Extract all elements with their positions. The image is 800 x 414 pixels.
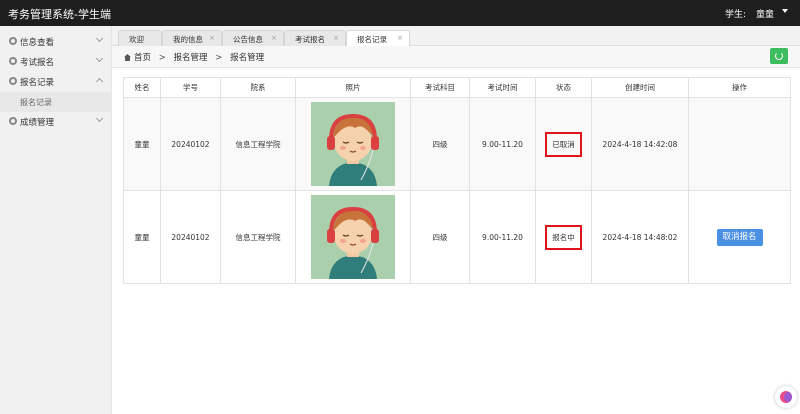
gear-icon xyxy=(9,37,17,45)
cell-photo xyxy=(295,190,411,284)
user-name[interactable]: 童童 xyxy=(756,10,774,20)
breadcrumb-level2: 报名管理 xyxy=(230,53,265,63)
user-label: 学生: xyxy=(724,10,746,20)
close-icon[interactable]: × xyxy=(333,34,339,42)
sidebar-subitem-signup-records[interactable]: 报名记录 xyxy=(0,92,112,112)
user-menu[interactable]: 学生: 童童 xyxy=(724,7,788,20)
column-header: 操作 xyxy=(688,77,791,98)
cell-department: 信息工程学院 xyxy=(220,97,296,191)
column-header: 考试科目 xyxy=(410,77,470,98)
breadcrumb-bar: 首页 > 报名管理 > 报名管理 xyxy=(112,46,800,68)
home-icon xyxy=(124,54,131,61)
refresh-button[interactable] xyxy=(770,48,788,64)
tab-label: 考试报名 xyxy=(295,35,325,44)
app-title: 考务管理系统-学生端 xyxy=(8,8,111,21)
close-icon[interactable]: × xyxy=(397,34,403,42)
cell-created-time: 2024-4-18 14:42:08 xyxy=(591,97,689,191)
tab-label: 公告信息 xyxy=(233,35,263,44)
close-icon[interactable]: × xyxy=(209,34,215,42)
column-header: 照片 xyxy=(295,77,411,98)
sidebar-item-label: 信息查看 xyxy=(20,38,55,48)
sidebar-item-grades[interactable]: 成绩管理 xyxy=(0,112,112,132)
gear-icon xyxy=(9,77,17,85)
cell-exam-time: 9.00-11.20 xyxy=(469,97,536,191)
tab-my-info[interactable]: 我的信息 × xyxy=(162,30,222,46)
breadcrumb-level1[interactable]: 报名管理 xyxy=(174,53,208,63)
cell-status: 已取消 xyxy=(535,97,592,191)
cancel-signup-button[interactable]: 取消报名 xyxy=(716,228,763,246)
cell-status: 报名中 xyxy=(535,190,592,284)
close-icon[interactable]: × xyxy=(271,34,277,42)
breadcrumb-home[interactable]: 首页 xyxy=(134,53,151,63)
cell-photo xyxy=(295,97,411,191)
sidebar-item-signup-records[interactable]: 报名记录 xyxy=(0,72,112,92)
status-badge: 报名中 xyxy=(545,224,582,250)
tab-label: 我的信息 xyxy=(173,35,203,44)
main-content: 姓名 学号 院系 照片 考试科目 考试时间 状态 创建时间 操作 童童 2024… xyxy=(112,68,800,414)
sidebar-item-label: 报名记录 xyxy=(20,78,55,88)
cell-student-id: 20240102 xyxy=(160,97,221,191)
column-header: 状态 xyxy=(535,77,592,98)
chevron-down-icon xyxy=(95,114,104,123)
tab-label: 欢迎 xyxy=(129,35,144,44)
tab-exam-signup[interactable]: 考试报名 × xyxy=(284,30,346,46)
cell-department: 信息工程学院 xyxy=(220,190,296,284)
cell-action: 取消报名 xyxy=(688,190,791,284)
top-bar: 考务管理系统-学生端 学生: 童童 xyxy=(0,0,800,26)
chevron-up-icon xyxy=(95,77,104,86)
chevron-down-icon xyxy=(95,34,104,43)
column-header: 姓名 xyxy=(123,77,161,98)
sidebar-item-label: 成绩管理 xyxy=(20,118,55,128)
gear-icon xyxy=(9,57,17,65)
cell-exam-time: 9.00-11.20 xyxy=(469,190,536,284)
breadcrumb: 首页 > 报名管理 > 报名管理 xyxy=(124,51,264,63)
tab-welcome[interactable]: 欢迎 xyxy=(118,30,162,46)
sidebar: 信息查看 考试报名 报名记录 报名记录 成绩管理 xyxy=(0,26,112,414)
breadcrumb-separator: > xyxy=(215,53,223,63)
cell-subject: 四级 xyxy=(410,97,470,191)
sidebar-item-label: 考试报名 xyxy=(20,58,55,68)
refresh-icon xyxy=(775,52,783,60)
tab-label: 报名记录 xyxy=(357,35,387,44)
breadcrumb-separator: > xyxy=(158,53,166,63)
chevron-down-icon xyxy=(95,54,104,63)
student-avatar-image xyxy=(311,102,395,186)
assistant-floating-button[interactable] xyxy=(775,386,797,408)
table-row: 童童 20240102 信息工程学院 xyxy=(123,97,791,191)
column-header: 学号 xyxy=(160,77,221,98)
cell-name: 童童 xyxy=(123,190,161,284)
cell-action xyxy=(688,97,791,191)
column-header: 创建时间 xyxy=(591,77,689,98)
table-header-row: 姓名 学号 院系 照片 考试科目 考试时间 状态 创建时间 操作 xyxy=(123,77,791,98)
cell-subject: 四级 xyxy=(410,190,470,284)
tab-announcements[interactable]: 公告信息 × xyxy=(222,30,284,46)
cell-created-time: 2024-4-18 14:48:02 xyxy=(591,190,689,284)
sidebar-subitem-label: 报名记录 xyxy=(20,98,52,107)
table-row: 童童 20240102 信息工程学院 xyxy=(123,190,791,284)
sidebar-item-exam-signup[interactable]: 考试报名 xyxy=(0,52,112,72)
status-badge: 已取消 xyxy=(545,131,582,157)
tab-bar: 欢迎 我的信息 × 公告信息 × 考试报名 × 报名记录 × xyxy=(112,26,800,47)
caret-down-icon[interactable] xyxy=(782,9,788,13)
gear-icon xyxy=(9,117,17,125)
tab-signup-records[interactable]: 报名记录 × xyxy=(346,30,410,47)
assistant-icon-accent xyxy=(784,392,792,402)
records-table: 姓名 学号 院系 照片 考试科目 考试时间 状态 创建时间 操作 童童 2024… xyxy=(123,77,791,284)
student-avatar-image xyxy=(311,195,395,279)
column-header: 院系 xyxy=(220,77,296,98)
column-header: 考试时间 xyxy=(469,77,536,98)
sidebar-item-info[interactable]: 信息查看 xyxy=(0,32,112,52)
cell-name: 童童 xyxy=(123,97,161,191)
cell-student-id: 20240102 xyxy=(160,190,221,284)
